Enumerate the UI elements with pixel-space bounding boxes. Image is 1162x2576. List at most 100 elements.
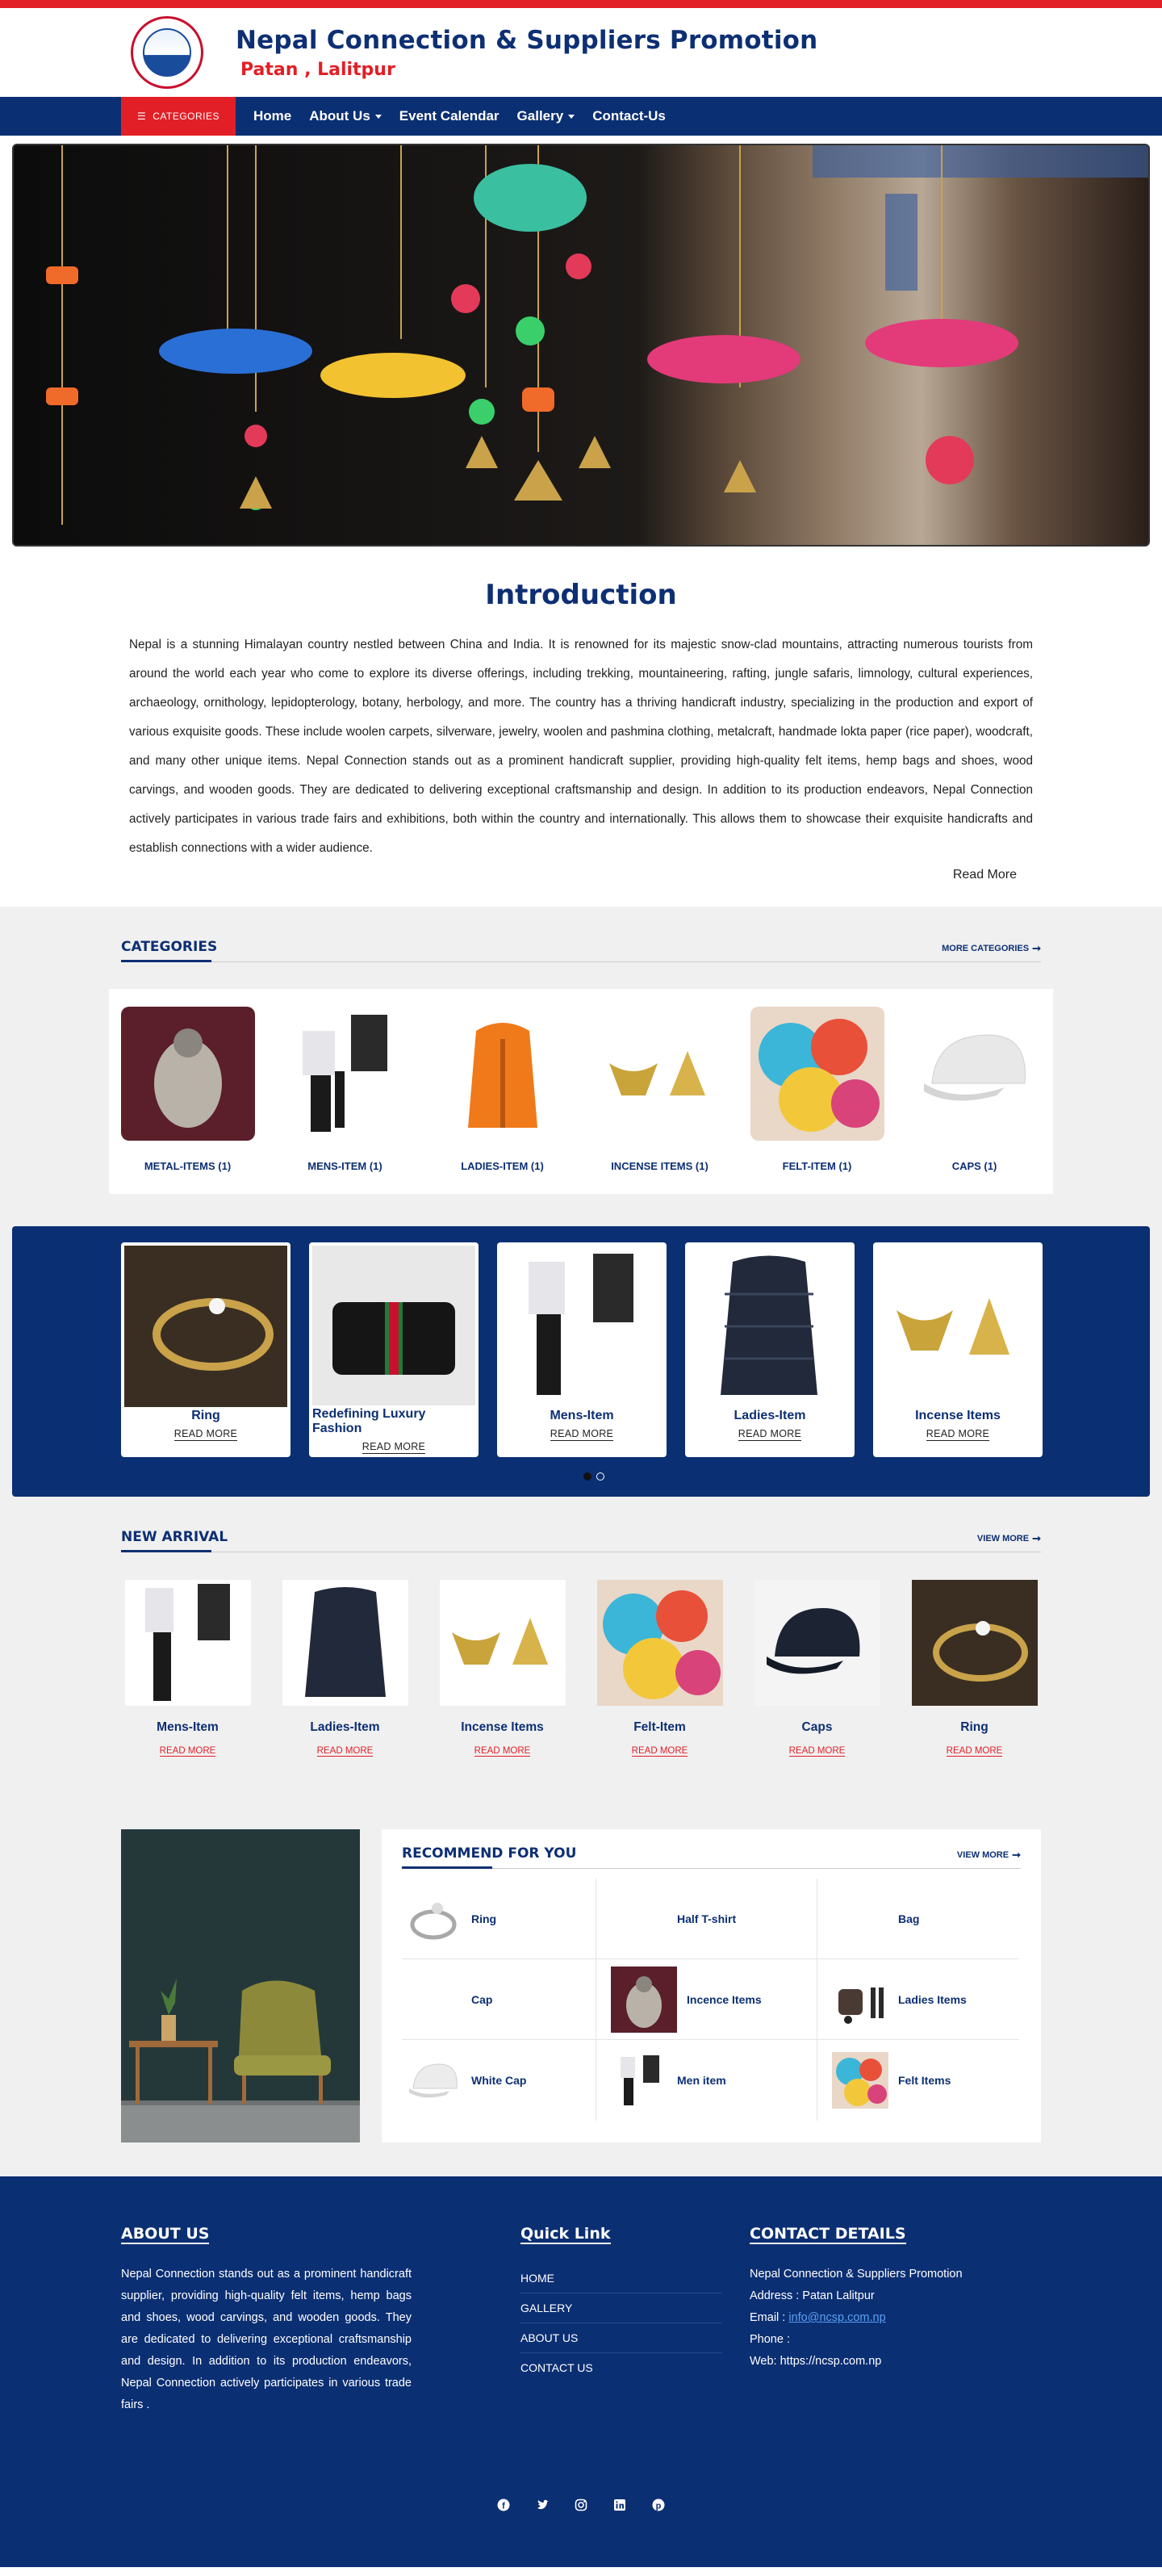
chevron-down-icon bbox=[374, 114, 382, 119]
footer-contact-heading: CONTACT DETAILS bbox=[750, 2225, 906, 2244]
puffer-jacket-icon bbox=[721, 1255, 817, 1395]
carousel-slide[interactable]: Mens-Item READ MORE bbox=[497, 1242, 667, 1457]
duffel-bag-icon bbox=[332, 1302, 455, 1375]
instagram-icon[interactable] bbox=[574, 2498, 588, 2512]
arrival-title: Ring bbox=[960, 1720, 989, 1734]
nav-gallery-label: Gallery bbox=[516, 108, 564, 124]
recommend-item[interactable]: Men item bbox=[596, 2040, 817, 2121]
recommend-thumb bbox=[611, 1966, 677, 2033]
felt-balls-icon bbox=[758, 1019, 880, 1132]
category-label: METAL-ITEMS (1) bbox=[144, 1160, 232, 1172]
footer-email-label: Email : bbox=[750, 2311, 789, 2324]
chevron-down-icon bbox=[568, 114, 575, 119]
slide-read-more-button[interactable]: READ MORE bbox=[926, 1428, 990, 1441]
new-arrival-view-more-link[interactable]: VIEW MORE ➞ bbox=[977, 1532, 1041, 1545]
carousel-slide[interactable]: Incense Items READ MORE bbox=[873, 1242, 1043, 1457]
footer-link-gallery[interactable]: GALLERY bbox=[520, 2293, 722, 2323]
carousel-slide[interactable]: Ladies-Item READ MORE bbox=[685, 1242, 855, 1457]
footer-web: Web: https://ncsp.com.np bbox=[750, 2355, 882, 2368]
categories-heading: CATEGORIES bbox=[121, 939, 218, 955]
slide-read-more-button[interactable]: READ MORE bbox=[550, 1428, 614, 1441]
site-header: Nepal Connection & Suppliers Promotion P… bbox=[0, 8, 1162, 97]
mens-suit-icon bbox=[144, 1584, 230, 1701]
footer-phone: Phone : bbox=[750, 2333, 790, 2346]
arrival-read-more-button[interactable]: READ MORE bbox=[946, 1746, 1003, 1757]
categories-menu-button[interactable]: ☰ CATEGORIES bbox=[121, 97, 236, 136]
footer-email-link[interactable]: info@ncsp.com.np bbox=[788, 2311, 885, 2324]
nav-about-us[interactable]: About Us bbox=[309, 108, 382, 124]
category-card-felt[interactable]: FELT-ITEM (1) bbox=[749, 1007, 886, 1172]
hero-banner bbox=[12, 144, 1150, 547]
carousel-dots bbox=[583, 1472, 604, 1481]
arrow-right-icon: ➞ bbox=[1032, 942, 1041, 954]
recommend-name: Cap bbox=[471, 1992, 493, 2006]
slide-read-more-button[interactable]: READ MORE bbox=[738, 1428, 802, 1441]
slide-title: Incense Items bbox=[915, 1409, 1001, 1422]
recommend-item[interactable]: Half T-shirt bbox=[596, 1879, 817, 1959]
recommend-item[interactable]: White Cap bbox=[402, 2040, 596, 2121]
arrival-card[interactable]: Felt-Item READ MORE bbox=[596, 1580, 725, 1757]
nav-event-calendar[interactable]: Event Calendar bbox=[399, 108, 499, 124]
category-card-mens[interactable]: MENS-ITEM (1) bbox=[277, 1007, 414, 1172]
recommend-view-more-link[interactable]: VIEW MORE ➞ bbox=[957, 1849, 1021, 1862]
footer-links-heading: Quick Link bbox=[520, 2225, 611, 2244]
mens-item-image bbox=[500, 1246, 663, 1407]
recommend-item[interactable]: Bag bbox=[817, 1879, 1019, 1959]
site-logo[interactable] bbox=[131, 16, 203, 89]
arrival-read-more-button[interactable]: READ MORE bbox=[788, 1746, 846, 1757]
twitter-icon[interactable] bbox=[535, 2498, 550, 2512]
hanging-ornaments-image bbox=[46, 145, 1018, 525]
arrival-read-more-button[interactable]: READ MORE bbox=[316, 1746, 374, 1757]
arrival-card[interactable]: Incense Items READ MORE bbox=[438, 1580, 567, 1757]
arrival-read-more-button[interactable]: READ MORE bbox=[631, 1746, 688, 1757]
arrival-card[interactable]: Ladies-Item READ MORE bbox=[281, 1580, 410, 1757]
intro-read-more-link[interactable]: Read More bbox=[129, 868, 1033, 882]
pinterest-icon[interactable]: p bbox=[651, 2498, 666, 2512]
category-card-caps[interactable]: CAPS (1) bbox=[906, 1007, 1043, 1172]
carousel-slide[interactable]: Ring READ MORE bbox=[121, 1242, 290, 1457]
nav-gallery[interactable]: Gallery bbox=[517, 108, 575, 124]
category-card-incense[interactable]: INCENSE ITEMS (1) bbox=[591, 1007, 729, 1172]
recommend-thumb bbox=[405, 2052, 462, 2109]
nav-home[interactable]: Home bbox=[253, 108, 291, 124]
recommend-item[interactable]: Felt Items bbox=[817, 2040, 1019, 2121]
nav-contact-us[interactable]: Contact-Us bbox=[592, 108, 666, 124]
view-more-label: VIEW MORE bbox=[976, 1534, 1030, 1544]
arrival-card[interactable]: Caps READ MORE bbox=[753, 1580, 882, 1757]
arrival-read-more-button[interactable]: READ MORE bbox=[159, 1746, 216, 1757]
carousel-slide[interactable]: Redefining Luxury Fashion READ MORE bbox=[309, 1242, 479, 1457]
arrival-read-more-button[interactable]: READ MORE bbox=[474, 1746, 531, 1757]
slide-read-more-button[interactable]: READ MORE bbox=[362, 1441, 426, 1454]
arrival-image bbox=[911, 1580, 1038, 1706]
slide-read-more-button[interactable]: READ MORE bbox=[173, 1428, 238, 1441]
arrival-card[interactable]: Ring READ MORE bbox=[910, 1580, 1039, 1757]
category-card-metal[interactable]: METAL-ITEMS (1) bbox=[119, 1007, 257, 1172]
footer-link-contact[interactable]: CONTACT US bbox=[520, 2353, 722, 2382]
carousel-dot-active[interactable] bbox=[583, 1472, 591, 1481]
facebook-icon[interactable]: f bbox=[496, 2498, 511, 2512]
recommend-name: Ladies Items bbox=[898, 1992, 967, 2006]
recommend-item[interactable]: Cap bbox=[402, 1959, 596, 2040]
category-card-ladies[interactable]: LADIES-ITEM (1) bbox=[434, 1007, 571, 1172]
recommend-item[interactable]: Ladies Items bbox=[817, 1959, 1019, 2040]
carousel-dot[interactable] bbox=[596, 1472, 604, 1481]
brass-incense-holder-icon bbox=[608, 1051, 705, 1095]
footer-link-home[interactable]: HOME bbox=[520, 2264, 722, 2293]
incense-image bbox=[876, 1246, 1039, 1407]
new-arrival-grid: Mens-Item READ MORE Ladies-Item READ MOR… bbox=[109, 1580, 1053, 1757]
mens-suit-icon bbox=[621, 2055, 659, 2105]
site-footer: ABOUT US Nepal Connection stands out as … bbox=[0, 2176, 1162, 2567]
recommend-item[interactable]: Ring bbox=[402, 1879, 596, 1959]
arrival-card[interactable]: Mens-Item READ MORE bbox=[123, 1580, 253, 1757]
mens-suit-icon bbox=[302, 1015, 387, 1132]
footer-about-heading: ABOUT US bbox=[121, 2225, 210, 2244]
top-accent-bar bbox=[0, 0, 1162, 8]
more-categories-link[interactable]: MORE CATEGORIES ➞ bbox=[942, 942, 1041, 955]
linkedin-icon[interactable] bbox=[612, 2498, 627, 2512]
recommend-item[interactable]: Incence Items bbox=[596, 1959, 817, 2040]
chair-and-table-image bbox=[121, 1979, 360, 2142]
recommend-name: Men item bbox=[677, 2074, 726, 2087]
arrival-title: Caps bbox=[801, 1720, 833, 1734]
footer-link-about[interactable]: ABOUT US bbox=[520, 2323, 722, 2353]
brass-incense-holder-icon bbox=[451, 1618, 548, 1665]
